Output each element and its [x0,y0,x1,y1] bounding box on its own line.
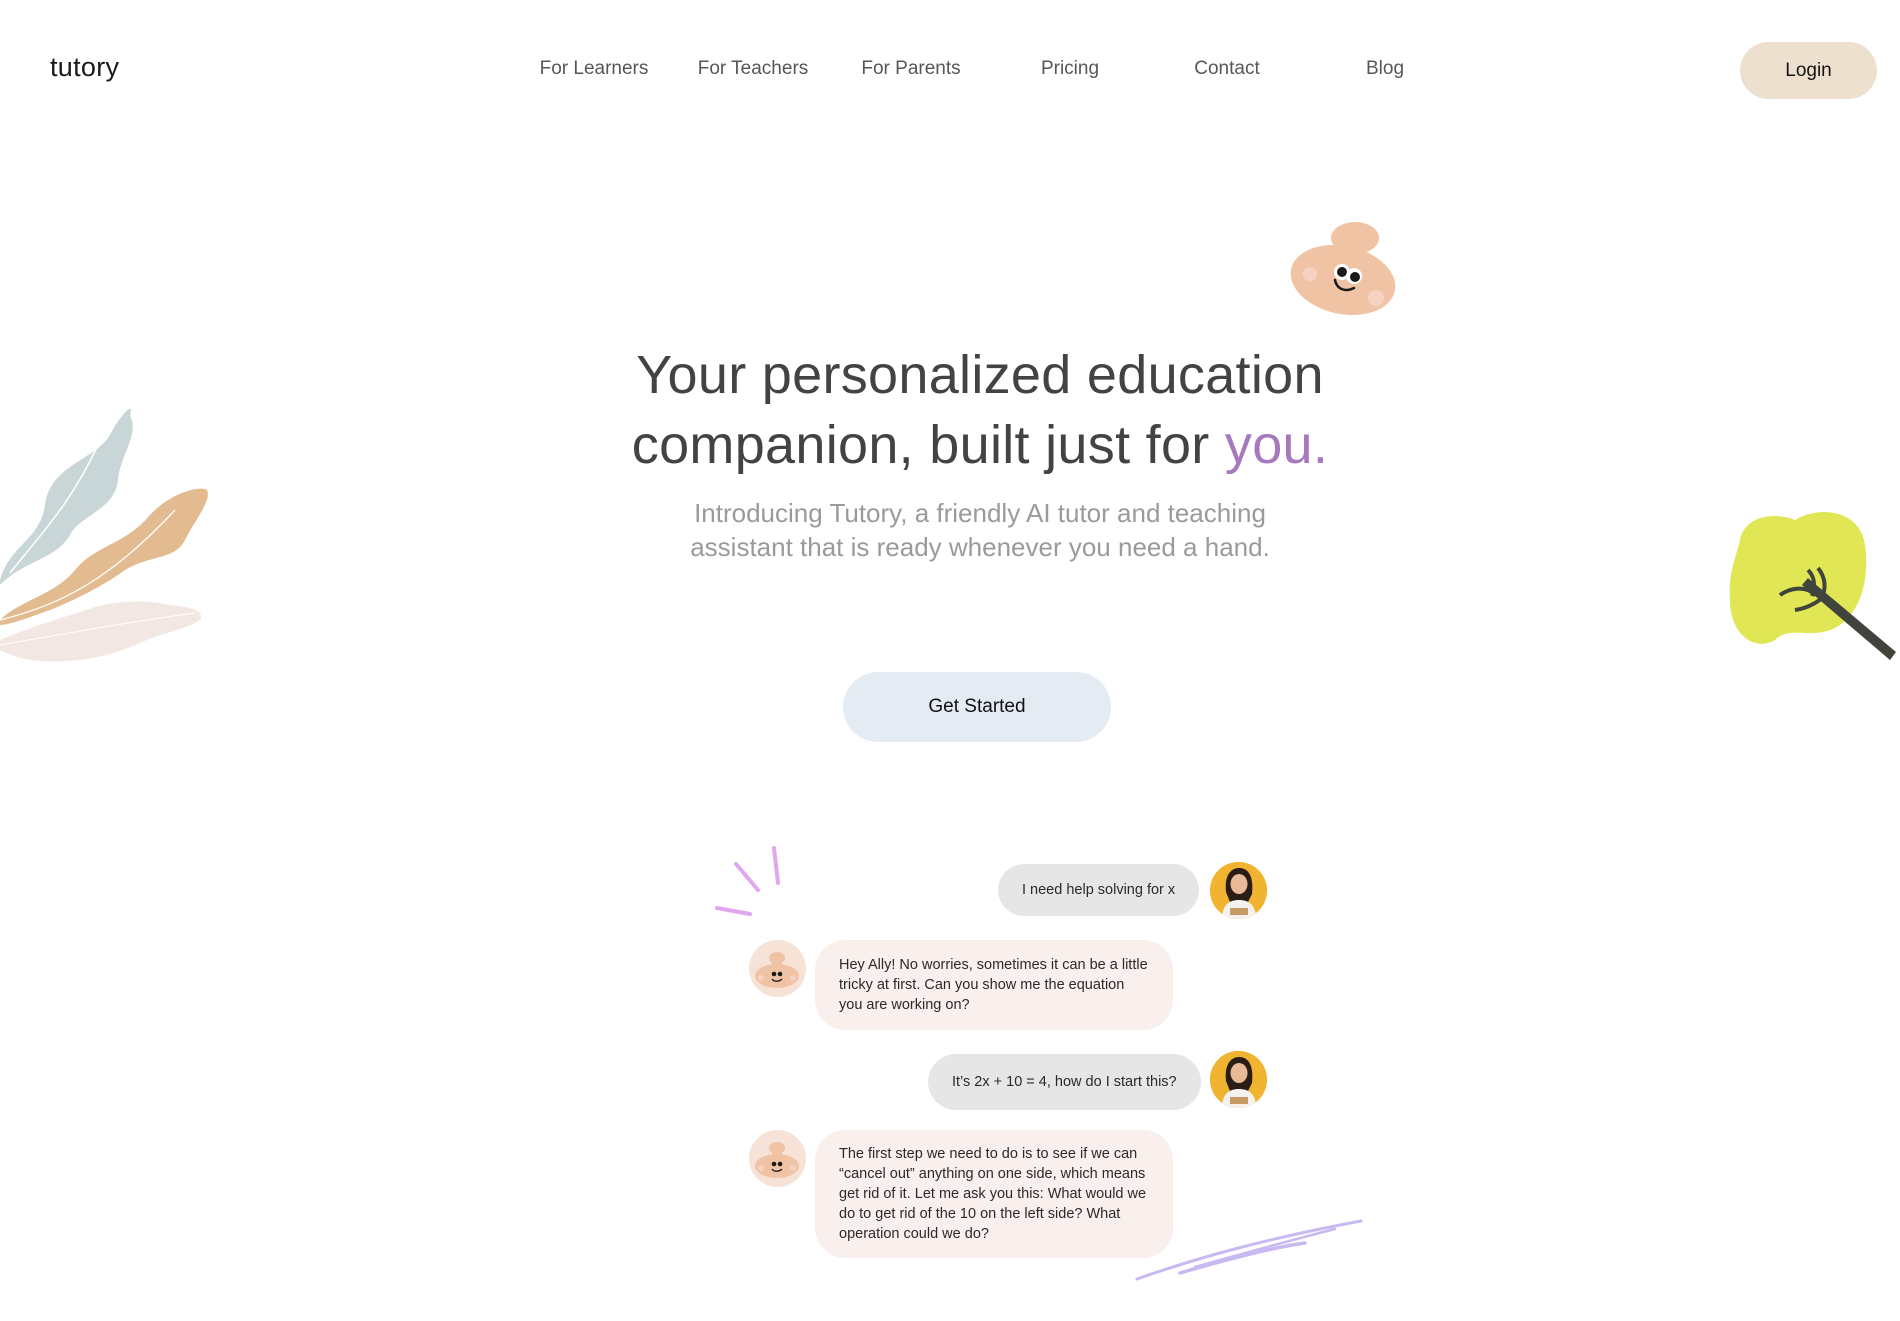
sparkle-decoration [715,846,780,916]
user-avatar-icon [1210,1051,1267,1108]
hero-title: Your personalized education companion, b… [480,340,1480,480]
user-avatar [1210,1051,1267,1108]
nav-blog[interactable]: Blog [1366,58,1404,80]
mascot-avatar-icon [755,1142,799,1178]
nav-for-teachers[interactable]: For Teachers [698,58,809,80]
user-avatar-icon [1210,862,1267,919]
get-started-button[interactable]: Get Started [843,672,1111,742]
leaves-illustration [0,408,208,662]
nav-for-parents[interactable]: For Parents [861,58,960,80]
nav-contact[interactable]: Contact [1194,58,1259,80]
nav-pricing[interactable]: Pricing [1041,58,1099,80]
mascot-illustration [1290,222,1396,316]
logo[interactable]: tutory [50,52,119,83]
tree-illustration [1729,512,1896,660]
nav-for-learners[interactable]: For Learners [540,58,649,80]
hero-title-line1: Your personalized education [636,345,1324,405]
hero-title-line2: companion, built just for [631,415,1225,475]
bot-avatar [749,1130,806,1187]
hero-subtitle: Introducing Tutory, a friendly AI tutor … [690,498,1270,562]
login-button[interactable]: Login [1740,42,1877,99]
mascot-avatar-icon [755,952,799,988]
bot-avatar [749,940,806,997]
chat-message-bot: The first step we need to do is to see i… [815,1130,1173,1258]
hero-title-accent: you. [1224,415,1329,475]
chat-message-bot: Hey Ally! No worries, sometimes it can b… [815,940,1173,1030]
chat-message-user: I need help solving for x [998,864,1200,916]
user-avatar [1210,862,1267,919]
chat-message-user: It’s 2x + 10 = 4, how do I start this? [928,1054,1201,1110]
